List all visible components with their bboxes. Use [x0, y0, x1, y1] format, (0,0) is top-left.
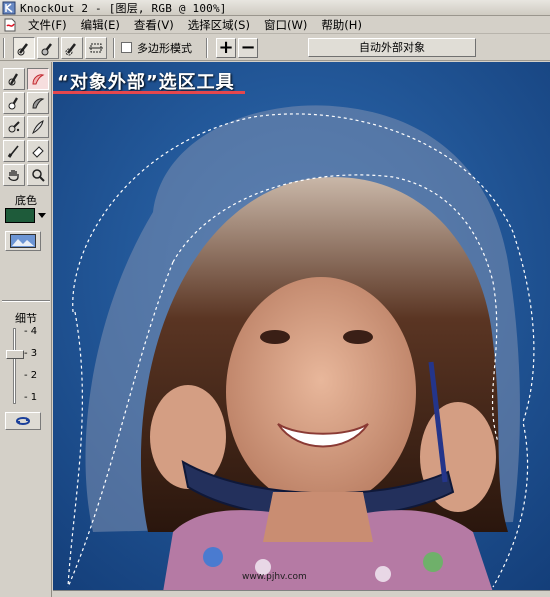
- knockout-app-icon: [2, 1, 16, 14]
- toolbar-separator: [113, 37, 115, 58]
- toolbar-separator: [206, 37, 208, 58]
- outside-brush-icon: [41, 42, 52, 55]
- hand-icon: [8, 170, 19, 182]
- background-color-label: 底色: [15, 194, 37, 207]
- image-canvas[interactable]: [53, 62, 550, 592]
- bounding-box-icon: [89, 43, 103, 52]
- palette-divider: [2, 300, 50, 302]
- outside-object-tool[interactable]: [27, 68, 49, 90]
- inside-brush-tool-icon: [8, 97, 18, 110]
- detail-slider-thumb[interactable]: [6, 350, 24, 359]
- add-selection-button[interactable]: +: [216, 37, 236, 58]
- detail-label: 细节: [15, 312, 37, 325]
- refresh-icon: [16, 417, 30, 425]
- polygon-mode-label: 多边形模式: [137, 41, 192, 55]
- image-thumbnail-icon: [10, 234, 36, 248]
- inside-object-brush-button[interactable]: [13, 36, 35, 59]
- menu-bar: 文件(F) 编辑(E) 查看(V) 选择区域(S) 窗口(W) 帮助(H): [0, 16, 550, 34]
- outside-lasso-icon: [32, 74, 45, 85]
- menu-view[interactable]: 查看(V): [127, 17, 181, 33]
- outside-object-brush-button[interactable]: [37, 36, 59, 59]
- menu-help[interactable]: 帮助(H): [314, 17, 369, 33]
- window-title: KnockOut 2 - [图层, RGB @ 100%]: [20, 1, 227, 15]
- bounding-box-button[interactable]: [85, 36, 107, 59]
- subtract-selection-button[interactable]: −: [238, 37, 258, 58]
- menu-file[interactable]: 文件(F): [21, 17, 74, 33]
- eraser-tool[interactable]: [27, 140, 49, 162]
- feather-icon: [32, 120, 44, 135]
- zoom-tool[interactable]: [27, 164, 49, 186]
- detail-tick-4: - 4: [24, 326, 38, 337]
- menu-window[interactable]: 窗口(W): [257, 17, 314, 33]
- detail-tick-3: - 3: [24, 348, 38, 359]
- document-icon[interactable]: [2, 17, 18, 33]
- edge-brush-button[interactable]: [61, 36, 83, 59]
- eraser-icon: [32, 146, 44, 158]
- menu-edit[interactable]: 编辑(E): [74, 17, 127, 33]
- detail-brush-tool[interactable]: [3, 116, 25, 138]
- paintbrush-tool[interactable]: [3, 140, 25, 162]
- edge-brush-icon: [65, 42, 76, 55]
- chevron-down-icon[interactable]: [38, 213, 46, 218]
- paintbrush-icon: [7, 145, 19, 158]
- menu-select[interactable]: 选择区域(S): [181, 17, 257, 33]
- tool-palette: 底色 细节 - 4 - 3 - 2 - 1: [0, 62, 52, 597]
- detail-slider-track[interactable]: [13, 328, 16, 404]
- portrait-photo: [53, 62, 550, 592]
- inside-brush-icon: [17, 42, 28, 55]
- tool-options-bar: 多边形模式 + − 自动外部对象: [0, 35, 550, 61]
- title-bar: KnockOut 2 - [图层, RGB @ 100%]: [0, 0, 550, 16]
- detail-tick-2: - 2: [24, 370, 38, 381]
- caption-underline: [53, 91, 245, 94]
- apply-detail-button[interactable]: [5, 412, 41, 430]
- toolbar-separator: [3, 37, 5, 58]
- magnifier-icon: [32, 169, 45, 182]
- auto-outside-object-button[interactable]: 自动外部对象: [308, 38, 476, 57]
- detail-brush-icon: [8, 121, 20, 133]
- inside-object-alt-tool[interactable]: [3, 92, 25, 114]
- polygon-mode-checkbox[interactable]: [121, 42, 132, 53]
- hand-tool[interactable]: [3, 164, 25, 186]
- horizontal-scrollbar[interactable]: [53, 590, 550, 597]
- watermark-text: www.pjhv.com: [242, 572, 307, 582]
- preview-image-button[interactable]: [5, 231, 41, 251]
- feather-tool[interactable]: [27, 116, 49, 138]
- inside-object-tool[interactable]: [3, 68, 25, 90]
- outside-object-alt-tool[interactable]: [27, 92, 49, 114]
- background-color-swatch[interactable]: [5, 208, 35, 223]
- inside-lasso-icon: [8, 73, 18, 86]
- outside-brush-tool-icon: [32, 98, 45, 109]
- detail-tick-1: - 1: [24, 392, 38, 403]
